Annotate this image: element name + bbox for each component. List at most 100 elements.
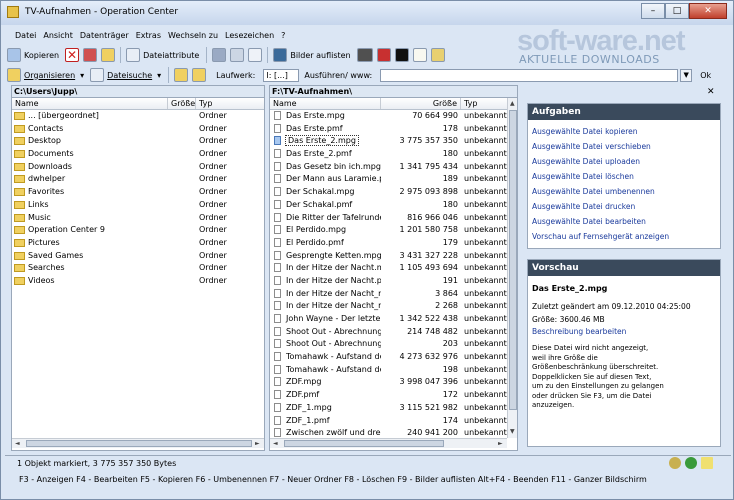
file-name-cell[interactable]: Shoot Out - Abrechnung in... bbox=[270, 338, 381, 351]
column-type[interactable]: Typ bbox=[196, 98, 254, 109]
menu-ansicht[interactable]: Ansicht bbox=[43, 29, 73, 43]
menu-lesezeichen[interactable]: Lesezeichen bbox=[225, 29, 274, 43]
file-name-cell[interactable]: In der Hitze der Nacht_mp... bbox=[270, 288, 381, 301]
file-row[interactable]: Der Schakal.mpg 2 975 093 898 unbekannt bbox=[270, 186, 517, 199]
file-row[interactable]: ZDF_1.mpg 3 115 521 982 unbekannt bbox=[270, 402, 517, 415]
task-tv-preview[interactable]: Vorschau auf Fernsehgerät anzeigen bbox=[528, 229, 720, 244]
file-name-cell[interactable]: Documents bbox=[12, 148, 168, 161]
function-key-bar[interactable]: F3 - Anzeigen F4 - Bearbeiten F5 - Kopie… bbox=[5, 473, 731, 487]
file-name-cell[interactable]: Das Erste_2.mpg bbox=[270, 135, 381, 148]
file-name-cell[interactable]: In der Hitze der Nacht.mpg bbox=[270, 262, 381, 275]
left-horizontal-scrollbar[interactable]: ◄ ► bbox=[12, 438, 264, 448]
file-row[interactable]: El Perdido.mpg 1 201 580 758 unbekannt bbox=[270, 224, 517, 237]
column-name[interactable]: Name bbox=[270, 98, 381, 109]
file-name-cell[interactable]: Downloads bbox=[12, 161, 168, 174]
task-copy[interactable]: Ausgewählte Datei kopieren bbox=[528, 124, 720, 139]
task-rename[interactable]: Ausgewählte Datei umbenennen bbox=[528, 184, 720, 199]
file-row[interactable]: Downloads Ordner bbox=[12, 161, 264, 174]
menu-datei[interactable]: Datei bbox=[15, 29, 36, 43]
scroll-thumb[interactable] bbox=[509, 110, 517, 410]
attributes-button[interactable]: Dateiattribute bbox=[143, 51, 199, 60]
file-row[interactable]: Das Erste_2.mpg 3 775 357 350 unbekannt bbox=[270, 135, 517, 148]
scroll-thumb[interactable] bbox=[284, 440, 444, 447]
file-name-cell[interactable]: Contacts bbox=[12, 123, 168, 136]
file-row[interactable]: dwhelper Ordner bbox=[12, 173, 264, 186]
file-row[interactable]: Das Erste.pmf 178 unbekannt bbox=[270, 123, 517, 136]
show-images-button[interactable]: Bilder auflisten bbox=[290, 51, 350, 60]
drive-select[interactable]: I: [...] bbox=[263, 68, 300, 82]
file-row[interactable]: Shoot Out - Abrechnung in... 203 unbekannt bbox=[270, 338, 517, 351]
file-row[interactable]: Der Schakal.pmf 180 unbekannt bbox=[270, 199, 517, 212]
menu-datentraeger[interactable]: Datenträger bbox=[80, 29, 129, 43]
close-panel-icon[interactable]: ✕ bbox=[707, 87, 715, 97]
ok-button[interactable]: Ok bbox=[700, 71, 711, 80]
copy-icon[interactable] bbox=[7, 48, 21, 62]
file-name-cell[interactable]: El Perdido.pmf bbox=[270, 237, 381, 250]
file-row[interactable]: Gesprengte Ketten.mpg 3 431 327 228 unbeka… bbox=[270, 250, 517, 263]
file-name-cell[interactable]: Das Erste_2.pmf bbox=[270, 148, 381, 161]
file-name-cell[interactable]: Das Erste.pmf bbox=[270, 123, 381, 136]
file-row[interactable]: Documents Ordner bbox=[12, 148, 264, 161]
file-row[interactable]: Operation Center 9 Ordner bbox=[12, 224, 264, 237]
task-edit[interactable]: Ausgewählte Datei bearbeiten bbox=[528, 214, 720, 229]
column-name[interactable]: Name bbox=[12, 98, 168, 109]
film-icon[interactable] bbox=[356, 48, 373, 62]
file-name-cell[interactable]: Operation Center 9 bbox=[12, 224, 168, 237]
file-name-cell[interactable]: ZDF.pmf bbox=[270, 389, 381, 402]
file-row[interactable]: Music Ordner bbox=[12, 212, 264, 225]
file-name-cell[interactable]: Das Gesetz bin ich.mpg bbox=[270, 161, 381, 174]
file-row[interactable]: ... [übergeordnet] Ordner bbox=[12, 110, 264, 123]
file-name-cell[interactable]: ... [übergeordnet] bbox=[12, 110, 168, 123]
speaker-icon[interactable] bbox=[669, 457, 681, 469]
scroll-thumb[interactable] bbox=[26, 440, 252, 447]
file-name-cell[interactable]: In der Hitze der Nacht.pmf bbox=[270, 275, 381, 288]
file-row[interactable]: Links Ordner bbox=[12, 199, 264, 212]
delete-icon[interactable]: ✕ bbox=[65, 48, 80, 62]
copy-button[interactable]: Kopieren bbox=[24, 51, 59, 60]
chevron-down-icon[interactable]: ▾ bbox=[80, 71, 84, 80]
file-name-cell[interactable]: Gesprengte Ketten.mpg bbox=[270, 250, 381, 263]
task-move[interactable]: Ausgewählte Datei verschieben bbox=[528, 139, 720, 154]
right-horizontal-scrollbar[interactable]: ◄ ► bbox=[270, 438, 507, 448]
close-button[interactable]: ✕ bbox=[689, 3, 727, 19]
notes-icon[interactable] bbox=[412, 48, 427, 62]
file-row[interactable]: Die Ritter der Tafelrunde.m... 816 966 04… bbox=[270, 212, 517, 225]
file-name-cell[interactable]: El Perdido.mpg bbox=[270, 224, 381, 237]
scroll-right-icon[interactable]: ► bbox=[255, 440, 260, 447]
file-row[interactable]: ZDF.mpg 3 998 047 396 unbekannt bbox=[270, 376, 517, 389]
file-row[interactable]: Saved Games Ordner bbox=[12, 250, 264, 263]
task-print[interactable]: Ausgewählte Datei drucken bbox=[528, 199, 720, 214]
menu-extras[interactable]: Extras bbox=[136, 29, 161, 43]
task-delete[interactable]: Ausgewählte Datei löschen bbox=[528, 169, 720, 184]
image-list-icon[interactable] bbox=[273, 48, 288, 62]
file-row[interactable]: Der Mann aus Laramie.pmf 189 unbekannt bbox=[270, 173, 517, 186]
file-row[interactable]: Shoot Out - Abrechnung in... 214 748 482 u… bbox=[270, 326, 517, 339]
cut-icon[interactable] bbox=[83, 48, 98, 62]
edit-description-link[interactable]: Beschreibung bearbeiten bbox=[528, 327, 720, 336]
file-name-cell[interactable]: Videos bbox=[12, 275, 168, 288]
file-name-cell[interactable]: Tomahawk - Aufstand der ... bbox=[270, 364, 381, 377]
column-size[interactable]: Größe bbox=[168, 98, 196, 109]
view-large-icon[interactable] bbox=[212, 48, 227, 62]
view-list-icon[interactable] bbox=[248, 48, 263, 62]
file-name-cell[interactable]: ZDF.mpg bbox=[270, 376, 381, 389]
file-row[interactable]: Searches Ordner bbox=[12, 262, 264, 275]
folder-up-icon[interactable] bbox=[174, 68, 189, 82]
chevron-down-icon[interactable]: ▼ bbox=[680, 68, 693, 82]
file-name-cell[interactable]: Tomahawk - Aufstand der ... bbox=[270, 351, 381, 364]
scroll-down-icon[interactable]: ▼ bbox=[510, 428, 515, 435]
minimize-button[interactable]: – bbox=[641, 3, 665, 19]
file-name-cell[interactable]: In der Hitze der Nacht_mp... bbox=[270, 300, 381, 313]
file-name-cell[interactable]: Desktop bbox=[12, 135, 168, 148]
column-type[interactable]: Typ bbox=[461, 98, 507, 109]
run-input[interactable] bbox=[380, 68, 679, 82]
file-name-cell[interactable]: Die Ritter der Tafelrunde.m... bbox=[270, 212, 381, 225]
file-row[interactable]: Tomahawk - Aufstand der ... 4 273 632 976… bbox=[270, 351, 517, 364]
file-name-cell[interactable]: Pictures bbox=[12, 237, 168, 250]
file-row[interactable]: Desktop Ordner bbox=[12, 135, 264, 148]
file-row[interactable]: El Perdido.pmf 179 unbekannt bbox=[270, 237, 517, 250]
left-path[interactable]: C:\Users\Jupp\ bbox=[12, 86, 264, 98]
task-upload[interactable]: Ausgewählte Datei uploaden bbox=[528, 154, 720, 169]
new-folder-icon[interactable] bbox=[101, 48, 116, 62]
globe-icon[interactable] bbox=[685, 457, 697, 469]
